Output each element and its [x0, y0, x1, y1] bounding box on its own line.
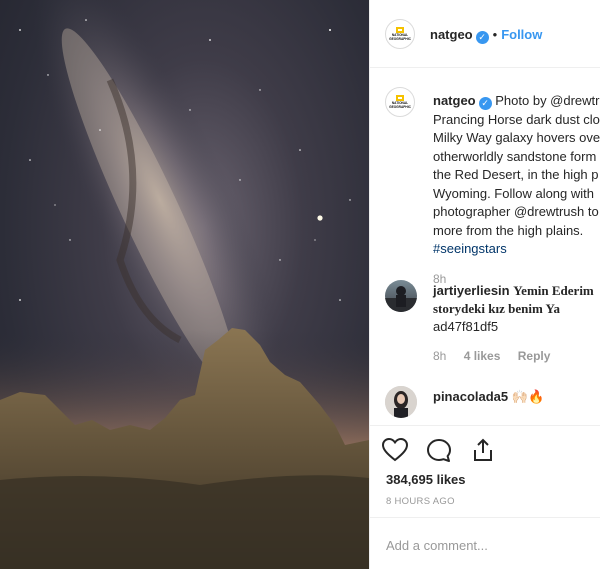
milky-way-scene: [0, 0, 369, 569]
post-timestamp[interactable]: 8 HOURS AGO: [386, 496, 455, 507]
person-photo-icon: [385, 386, 417, 418]
caption-line-6: photographer @drewtrush to: [433, 204, 599, 219]
comment-icon[interactable]: [426, 438, 452, 467]
caption-text: natgeo ✓ Photo by @drewtr Prancing Horse …: [433, 92, 600, 288]
hashtag-link[interactable]: #seeingstars: [433, 240, 600, 259]
comment-likes[interactable]: 4 likes: [464, 349, 501, 363]
caption-line-4: the Red Desert, in the high p: [433, 167, 599, 182]
natgeo-logo-text: NATIONAL GEOGRAPHIC: [389, 33, 411, 41]
commenter-avatar[interactable]: [385, 280, 417, 312]
caption-line-7: more from the high plains.: [433, 222, 584, 238]
comment-body: jartiyerliesin Yemin Ederim storydeki kı…: [433, 282, 594, 365]
reply-button[interactable]: Reply: [518, 349, 551, 363]
follow-button[interactable]: Follow: [501, 27, 542, 42]
add-comment-field[interactable]: Add a comment...: [370, 517, 600, 569]
caption-line-5: Wyoming. Follow along with: [433, 185, 595, 201]
post-actions: [381, 437, 509, 467]
comments-list[interactable]: NATIONAL GEOGRAPHIC natgeo ✓ Photo by @dr…: [370, 68, 600, 426]
separator-dot: •: [492, 27, 498, 42]
natgeo-logo-text-small: NATIONAL GEOGRAPHIC: [389, 101, 411, 109]
comment-text-line3: ad47f81df5: [433, 319, 499, 334]
comment-username[interactable]: pinacolada5: [433, 389, 508, 404]
natgeo-avatar[interactable]: NATIONAL GEOGRAPHIC: [385, 19, 415, 49]
author-username[interactable]: natgeo: [430, 27, 473, 42]
caption-line-3: otherworldly sandstone form: [433, 148, 597, 164]
caption-line-0: Photo by @drewtr: [495, 93, 600, 108]
comment-text-line1: 🙌🏻🔥: [511, 389, 545, 404]
comment-time[interactable]: 8h: [433, 349, 446, 363]
likes-count[interactable]: 384,695 likes: [386, 472, 466, 487]
comment-text-line1: Yemin Ederim: [513, 283, 594, 298]
heart-icon[interactable]: [381, 437, 409, 467]
caption-avatar[interactable]: NATIONAL GEOGRAPHIC: [385, 87, 415, 117]
caption-line-2: Milky Way galaxy hovers ove: [433, 130, 600, 145]
verified-badge-icon: ✓: [478, 97, 492, 110]
comment-username[interactable]: jartiyerliesin: [433, 283, 510, 298]
add-comment-placeholder: Add a comment...: [386, 538, 488, 553]
caption-username[interactable]: natgeo: [433, 93, 476, 108]
post-header: NATIONAL GEOGRAPHIC natgeo ✓ • Follow: [370, 0, 600, 68]
verified-badge-icon: ✓: [475, 31, 489, 44]
post-photo[interactable]: [0, 0, 369, 569]
person-silhouette-icon: [385, 286, 417, 312]
commenter-avatar[interactable]: [385, 386, 417, 418]
caption-line-1: Prancing Horse dark dust clo: [433, 111, 600, 127]
comment-body: pinacolada5 🙌🏻🔥: [433, 388, 544, 406]
post-details-panel: NATIONAL GEOGRAPHIC natgeo ✓ • Follow NATIO…: [369, 0, 600, 569]
share-icon[interactable]: [471, 438, 495, 467]
comment-text-line2: storydeki kız benim Ya: [433, 301, 560, 316]
